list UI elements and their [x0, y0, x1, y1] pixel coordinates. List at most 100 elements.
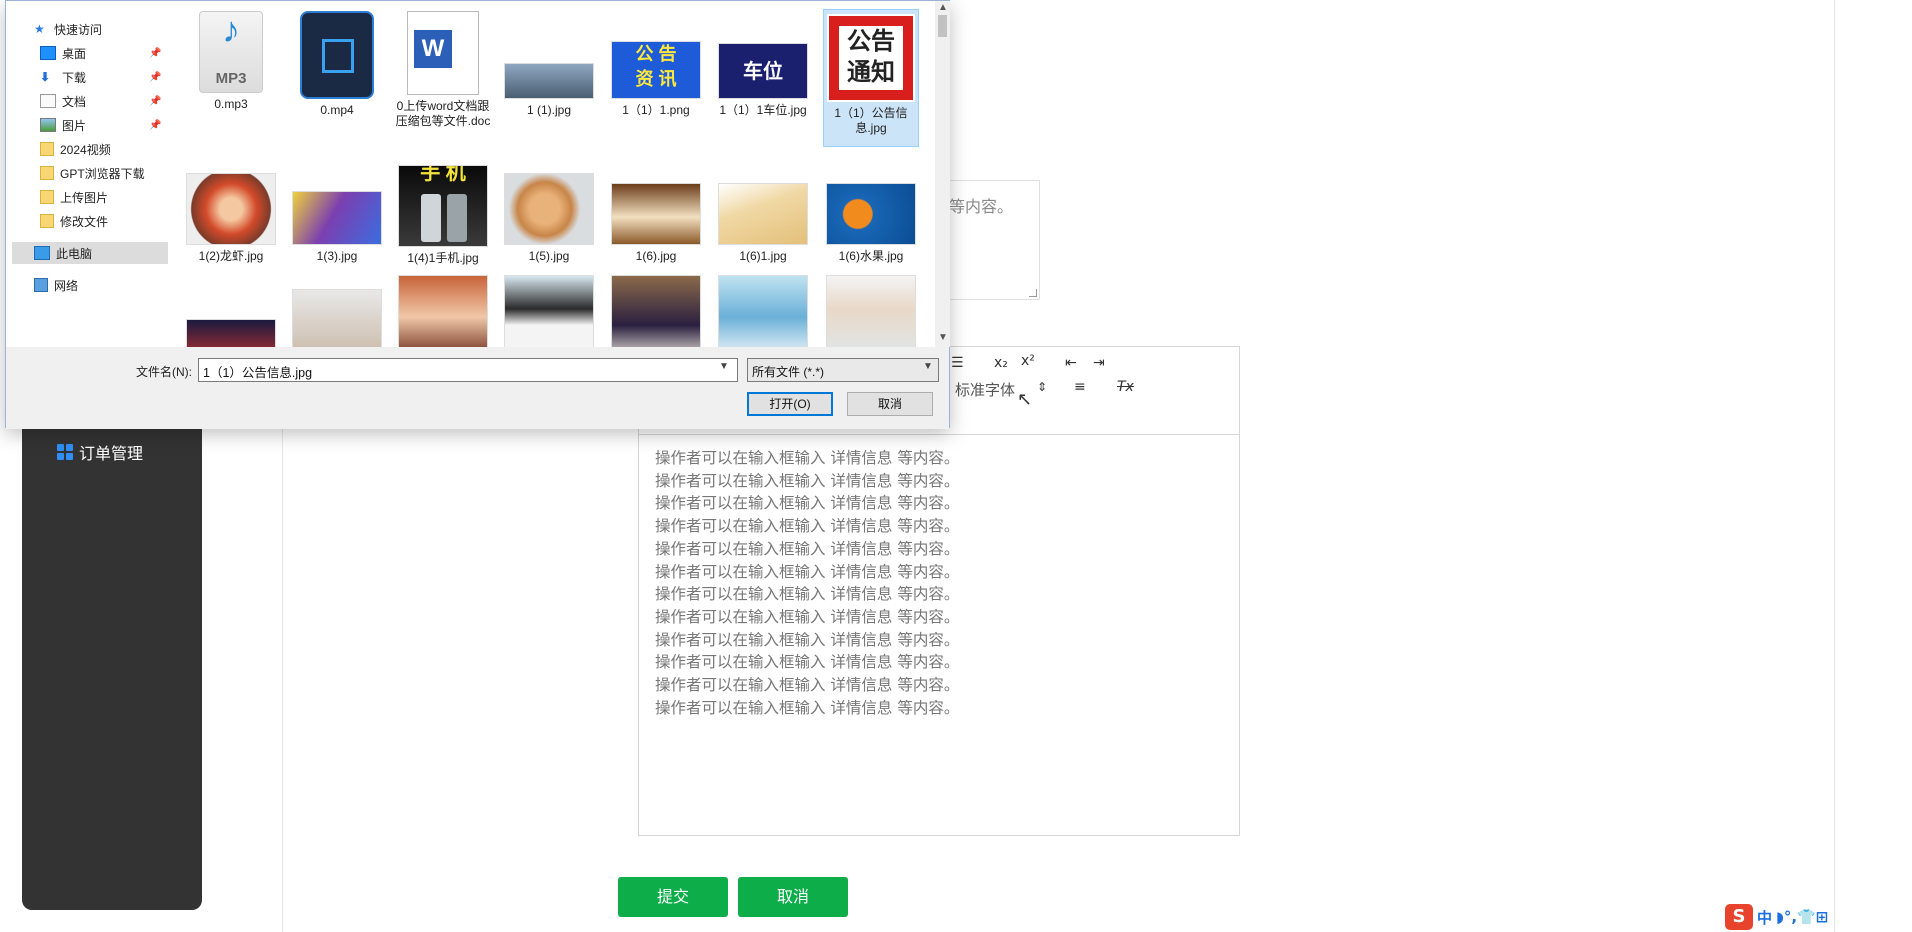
- network-icon: [34, 278, 48, 292]
- mouse-cursor-icon: ↖: [1017, 389, 1033, 410]
- filetype-select[interactable]: 所有文件 (*.*): [747, 358, 939, 382]
- image-thumbnail: [186, 319, 276, 347]
- editor-line: 操作者可以在输入框输入 详情信息 等内容。: [655, 449, 960, 467]
- file-name: 1(6)1.jpg: [739, 249, 787, 263]
- file-item[interactable]: [395, 275, 491, 347]
- file-item[interactable]: 1(6)水果.jpg: [823, 173, 919, 264]
- file-item[interactable]: 0.mp4: [289, 11, 385, 118]
- file-name: 1(6).jpg: [635, 249, 677, 263]
- image-thumbnail: [504, 63, 594, 99]
- nav-item-network[interactable]: 网络: [34, 274, 78, 296]
- file-list: ♪ MP3 0.mp3 0.mp4 W 0上传word文档跟压缩包等文件.doc…: [181, 5, 936, 347]
- dialog-footer: 文件名(N): 1（1）公告信息.jpg ▼ 所有文件 (*.*) ▼ 打开(O…: [6, 347, 949, 429]
- file-item-selected[interactable]: 公告 通知 1（1）公告信息.jpg: [823, 9, 919, 147]
- chevron-down-icon[interactable]: ▼: [923, 361, 933, 372]
- dialog-cancel-button[interactable]: 取消: [847, 392, 933, 416]
- file-item[interactable]: [183, 309, 279, 347]
- folder-icon: [40, 166, 54, 180]
- nav-label: 2024视频: [60, 142, 111, 157]
- resize-grip-icon[interactable]: [1029, 289, 1037, 297]
- file-name: 1(6)水果.jpg: [838, 249, 904, 263]
- nav-label: GPT浏览器下载: [60, 166, 145, 181]
- desktop-icon: [40, 46, 56, 60]
- audio-file-icon: ♪ MP3: [199, 11, 263, 93]
- vertical-scrollbar[interactable]: ▲ ▼: [935, 1, 950, 347]
- file-item[interactable]: 车位 1（1）1车位.jpg: [715, 11, 811, 118]
- indent-icon[interactable]: ⇥: [1093, 355, 1105, 371]
- clear-format-button[interactable]: Tx: [1117, 379, 1134, 395]
- ime-mode[interactable]: 中: [1757, 907, 1772, 928]
- editor-line: 操作者可以在输入框输入 详情信息 等内容。: [655, 698, 960, 717]
- ime-logo-icon[interactable]: S: [1725, 904, 1753, 930]
- nav-item-folder[interactable]: 2024视频: [40, 138, 111, 160]
- nav-item-folder[interactable]: 修改文件: [40, 210, 108, 232]
- file-item[interactable]: [501, 275, 597, 347]
- nav-item-folder[interactable]: 上传图片: [40, 186, 108, 208]
- editor-body[interactable]: 操作者可以在输入框输入 详情信息 等内容。 操作者可以在输入框输入 详情信息 等…: [655, 447, 959, 719]
- file-item[interactable]: [608, 275, 704, 347]
- cancel-button[interactable]: 取消: [738, 877, 848, 917]
- scrollbar-thumb[interactable]: [938, 15, 947, 37]
- computer-icon: [34, 246, 50, 260]
- file-name: 1(4)1手机.jpg: [407, 251, 479, 265]
- file-item[interactable]: 1(2)龙虾.jpg: [183, 173, 279, 264]
- submit-button[interactable]: 提交: [618, 877, 728, 917]
- file-name: 0.mp3: [214, 97, 248, 111]
- file-item[interactable]: 1 (1).jpg: [501, 11, 597, 118]
- word-file-icon: W: [407, 11, 479, 95]
- scroll-down-icon[interactable]: ▼: [938, 332, 948, 343]
- editor-line: 操作者可以在输入框输入 详情信息 等内容。: [655, 539, 960, 558]
- nav-item-this-pc[interactable]: 此电脑: [12, 242, 168, 264]
- image-thumbnail: [611, 183, 701, 245]
- image-thumbnail: 手 机: [398, 165, 488, 247]
- file-item[interactable]: 公 告 资 讯 1（1）1.png: [608, 11, 704, 118]
- file-thumb-label: MP3: [215, 70, 247, 87]
- chevron-down-icon[interactable]: ▼: [719, 361, 729, 372]
- ime-symbols[interactable]: ◗°,👕⊞: [1776, 908, 1828, 926]
- file-name: 0上传word文档跟压缩包等文件.doc: [395, 99, 491, 128]
- file-item[interactable]: ♪ MP3 0.mp3: [183, 11, 279, 112]
- align-icon[interactable]: ≡: [1074, 379, 1086, 395]
- nav-item-pictures[interactable]: 图片: [40, 114, 86, 136]
- nav-item-desktop[interactable]: 桌面: [40, 42, 86, 64]
- editor-line: 操作者可以在输入框输入 详情信息 等内容。: [655, 653, 960, 672]
- file-item[interactable]: W 0上传word文档跟压缩包等文件.doc: [395, 11, 491, 129]
- right-divider: [1834, 0, 1835, 932]
- file-item[interactable]: 1(3).jpg: [289, 173, 385, 264]
- font-select-arrow-icon: ⇕: [1037, 380, 1048, 394]
- nav-item-downloads[interactable]: ⬇ 下载: [40, 66, 86, 88]
- filename-input[interactable]: 1（1）公告信息.jpg: [198, 358, 738, 382]
- outdent-icon[interactable]: ⇤: [1065, 355, 1077, 371]
- editor-line: 操作者可以在输入框输入 详情信息 等内容。: [655, 676, 960, 695]
- file-item[interactable]: 1(6)1.jpg: [715, 173, 811, 264]
- document-icon: [40, 94, 56, 108]
- file-item[interactable]: [715, 275, 811, 347]
- file-name: 1（1）1.png: [622, 103, 690, 117]
- nav-quick-access[interactable]: ★ 快速访问: [34, 18, 102, 40]
- nav-label: 此电脑: [56, 246, 93, 261]
- file-item[interactable]: 1(5).jpg: [501, 173, 597, 264]
- nav-label: 桌面: [62, 46, 87, 61]
- open-button[interactable]: 打开(O): [747, 392, 833, 416]
- image-thumbnail: [611, 275, 701, 347]
- folder-icon: [40, 190, 54, 204]
- nav-item-documents[interactable]: 文档: [40, 90, 86, 112]
- editor-line: 操作者可以在输入框输入 详情信息 等内容。: [655, 471, 960, 490]
- editor-line: 操作者可以在输入框输入 详情信息 等内容。: [655, 585, 960, 604]
- sidebar-item-order-management[interactable]: 订单管理: [57, 440, 143, 464]
- file-item[interactable]: 1(6).jpg: [608, 173, 704, 264]
- ime-tray: S 中 ◗°,👕⊞: [1725, 904, 1828, 930]
- file-item[interactable]: [289, 289, 385, 347]
- textarea-placeholder: 等内容。: [949, 197, 1014, 216]
- file-item[interactable]: 手 机 1(4)1手机.jpg: [395, 165, 491, 266]
- file-thumb-label: W: [414, 30, 452, 68]
- font-select[interactable]: 标准字体: [955, 379, 1015, 400]
- scroll-up-icon[interactable]: ▲: [938, 2, 948, 13]
- subscript-button[interactable]: x₂: [994, 355, 1008, 371]
- image-thumbnail: [504, 173, 594, 245]
- superscript-button[interactable]: x²: [1021, 353, 1035, 369]
- nav-item-folder[interactable]: GPT浏览器下载: [40, 162, 145, 184]
- file-name: 1(5).jpg: [528, 249, 570, 263]
- list-icon[interactable]: ☰: [951, 355, 964, 371]
- file-item[interactable]: [823, 275, 919, 347]
